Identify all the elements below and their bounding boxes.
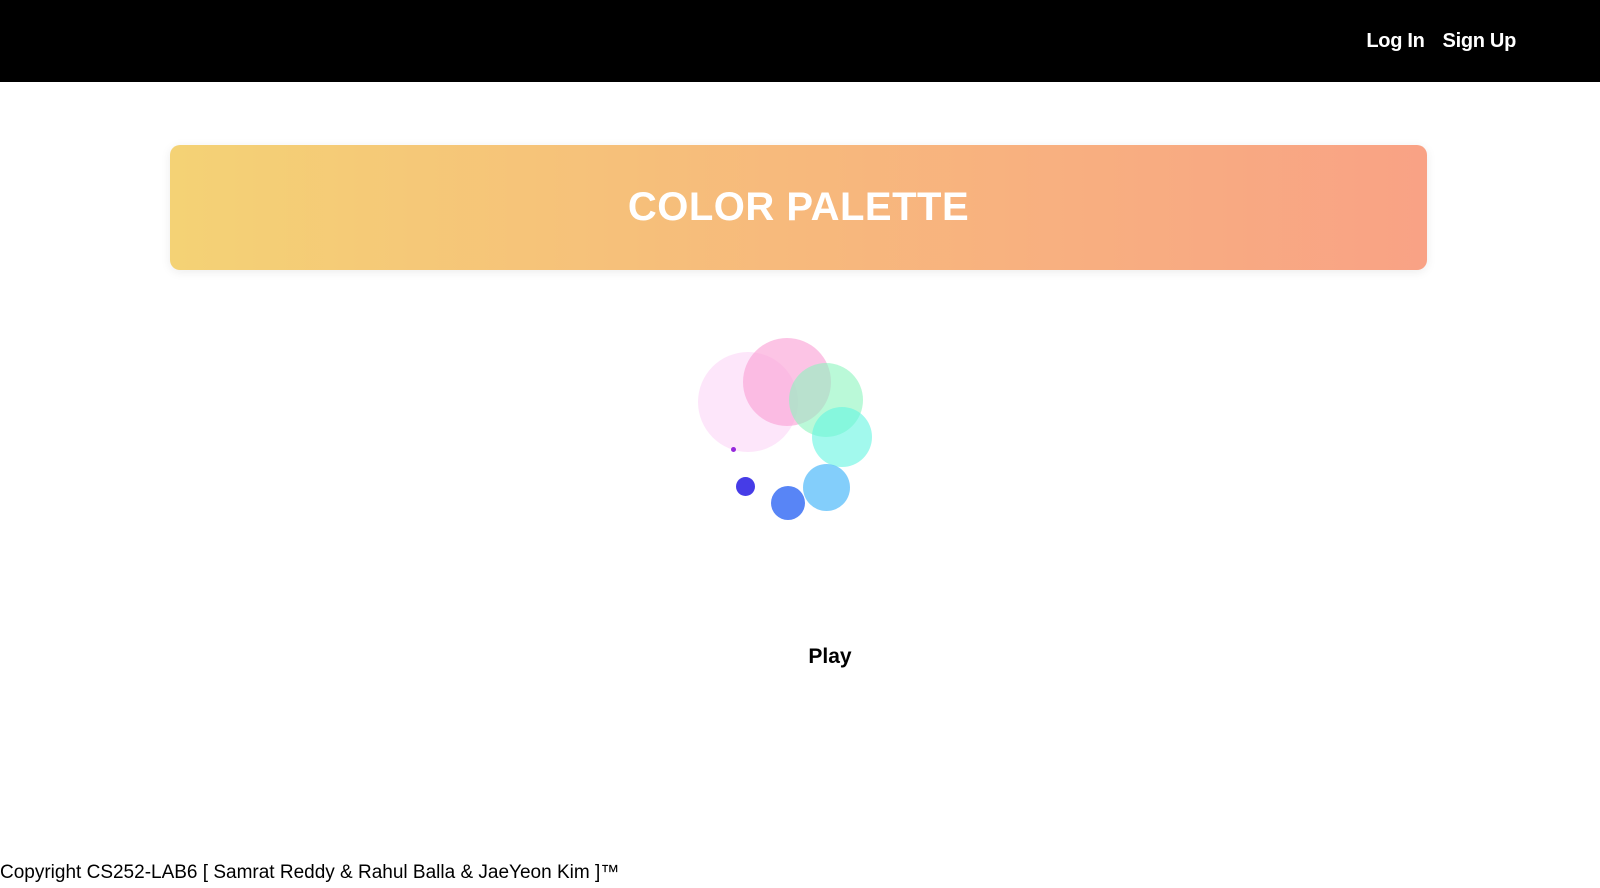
copyright-footer: Copyright CS252-LAB6 [ Samrat Reddy & Ra…	[0, 862, 620, 883]
login-link[interactable]: Log In	[1366, 30, 1424, 53]
color-palette-animation	[698, 338, 900, 530]
sky-blue-circle	[803, 464, 850, 511]
aqua-circle	[812, 407, 872, 467]
play-button[interactable]: Play	[770, 645, 890, 669]
indigo-circle	[736, 477, 755, 496]
blue-circle	[771, 486, 805, 520]
signup-link[interactable]: Sign Up	[1443, 30, 1517, 53]
violet-dot	[731, 447, 736, 452]
top-navbar: Log In Sign Up	[0, 0, 1600, 82]
title-banner: COLOR PALETTE	[170, 145, 1427, 270]
nav-links: Log In Sign Up	[1366, 0, 1516, 82]
page-title: COLOR PALETTE	[627, 185, 970, 229]
